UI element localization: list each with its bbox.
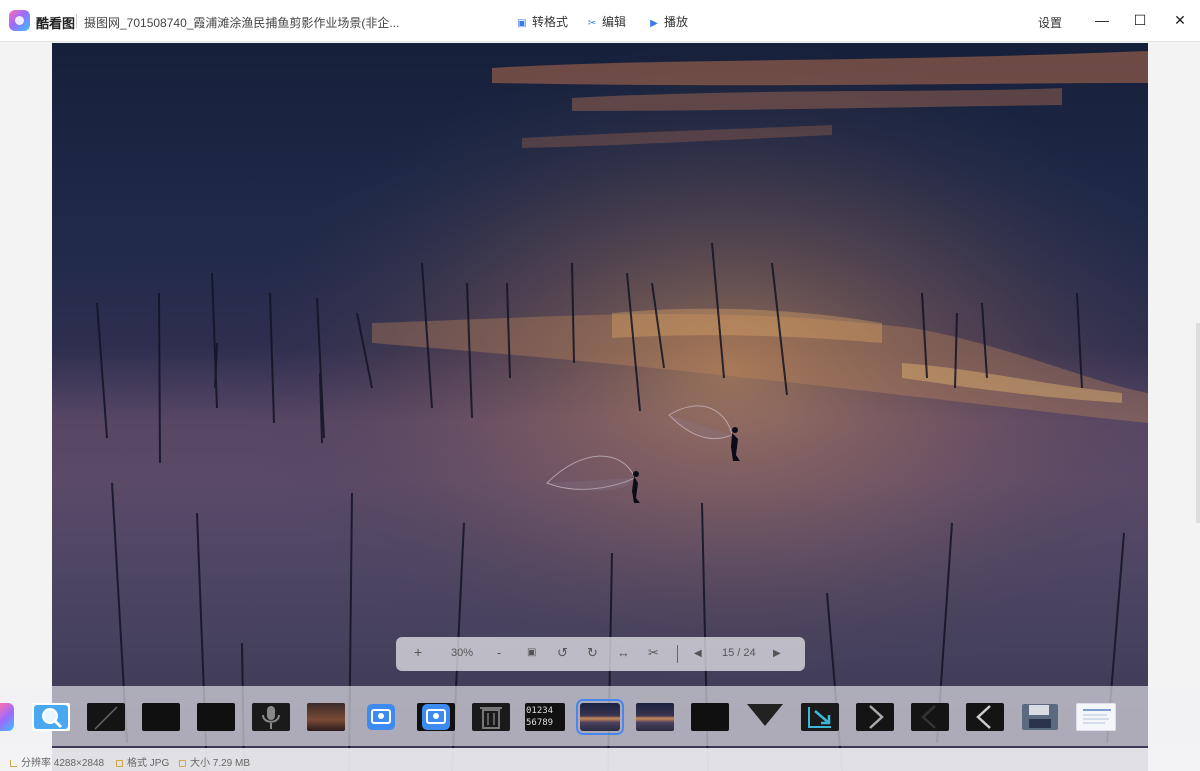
- crop-icon[interactable]: ✂: [648, 645, 659, 661]
- edit-label: 编辑: [602, 15, 627, 29]
- format-label: 格式: [127, 758, 147, 769]
- trash-icon: [480, 707, 502, 729]
- image-viewer: + 30% - ▣ ↺ ↻ ↔ ✂ ◀ 15 / 24 ▶ 01234 5678…: [0, 43, 1200, 771]
- document-icon: [1083, 709, 1111, 724]
- play-label: 播放: [664, 15, 689, 29]
- page-indicator: 15 / 24: [722, 647, 756, 659]
- fit-screen-icon[interactable]: ▣: [527, 647, 536, 658]
- next-image-button[interactable]: ▶: [773, 648, 781, 659]
- resolution-status: 分辨率 4288×2848: [10, 754, 104, 769]
- title-divider: [76, 14, 77, 28]
- size-icon: [179, 760, 186, 767]
- thumbnail[interactable]: [1076, 703, 1116, 731]
- convert-label: 转格式: [532, 15, 569, 29]
- rotate-right-icon[interactable]: ↻: [587, 645, 598, 661]
- thumbnail[interactable]: [32, 703, 70, 731]
- resolution-value: 4288×2848: [53, 758, 105, 769]
- thumbnail[interactable]: [87, 703, 125, 731]
- resolution-label: 分辨率: [21, 758, 51, 769]
- thumbnail[interactable]: [636, 703, 674, 731]
- scissors-icon: ✂: [587, 18, 597, 29]
- convert-icon: ▣: [517, 18, 527, 29]
- thumbnail[interactable]: [472, 703, 510, 731]
- play-button[interactable]: ▶ 播放: [648, 13, 688, 30]
- status-bar: 分辨率 4288×2848 格式 JPG 大小 7.29 MB: [0, 748, 1200, 771]
- format-icon: [116, 760, 123, 767]
- thumbnail-strip: 01234 56789: [0, 686, 1200, 746]
- previous-image-button[interactable]: ◀: [694, 648, 702, 659]
- thumbnail[interactable]: [801, 703, 839, 731]
- play-icon: ▶: [650, 18, 658, 29]
- thumbnail[interactable]: [142, 703, 180, 731]
- zoom-level: 30%: [451, 647, 474, 659]
- thumbnail[interactable]: [417, 703, 455, 731]
- thumbnail[interactable]: [307, 703, 345, 731]
- thumbnail[interactable]: [911, 703, 949, 731]
- file-title: 摄图网_701508740_霞浦滩涂渔民捕鱼剪影作业场景(非企...: [84, 16, 400, 30]
- arrow-down-right-icon: [808, 707, 831, 728]
- thumbnail[interactable]: [1021, 703, 1059, 731]
- thumbnail[interactable]: [252, 703, 290, 731]
- thumbnail-active[interactable]: [576, 699, 624, 735]
- thumbnail[interactable]: [746, 703, 784, 731]
- flip-icon[interactable]: ↔: [617, 645, 630, 660]
- zoom-bar-divider: [677, 645, 678, 663]
- zoom-out-button[interactable]: -: [497, 645, 501, 660]
- size-label: 大小: [190, 758, 210, 769]
- thumbnail[interactable]: [362, 703, 400, 731]
- thumbnail[interactable]: [856, 703, 894, 731]
- size-status: 大小 7.29 MB: [179, 754, 250, 769]
- zoom-in-button[interactable]: +: [414, 644, 422, 660]
- scroll-edge: [1196, 323, 1200, 523]
- edit-button[interactable]: ✂ 编辑: [586, 13, 626, 30]
- title-bar: 酷看图 摄图网_701508740_霞浦滩涂渔民捕鱼剪影作业场景(非企... ▣…: [0, 0, 1200, 42]
- photo-app-icon: [367, 704, 395, 730]
- microphone-icon: [262, 706, 280, 729]
- triangle-down-icon: [747, 704, 783, 726]
- minimize-button[interactable]: —: [1087, 8, 1117, 32]
- floppy-disk-icon: [1022, 704, 1058, 730]
- resolution-icon: [10, 760, 17, 767]
- thumbnail[interactable]: [966, 703, 1004, 731]
- rotate-left-icon[interactable]: ↺: [557, 645, 568, 661]
- app-name: 酷看图: [36, 16, 76, 31]
- size-value: 7.29 MB: [212, 758, 251, 769]
- app-logo-icon: [9, 10, 30, 31]
- zoom-toolbar: + 30% - ▣ ↺ ↻ ↔ ✂ ◀ 15 / 24 ▶: [396, 637, 805, 671]
- format-value: JPG: [149, 758, 170, 769]
- settings-button[interactable]: 设置: [1038, 14, 1062, 31]
- diagonal-icon: [94, 706, 118, 730]
- thumbnail[interactable]: 01234 56789: [525, 703, 565, 731]
- maximize-button[interactable]: ☐: [1125, 8, 1155, 32]
- photo-app-icon: [422, 704, 450, 730]
- magnifier-icon: [34, 705, 68, 729]
- convert-format-button[interactable]: ▣ 转格式: [516, 13, 568, 30]
- thumbnail[interactable]: [197, 703, 235, 731]
- format-status: 格式 JPG: [116, 754, 169, 769]
- chevron-left-icon: [976, 705, 991, 729]
- thumbnail[interactable]: [0, 703, 14, 731]
- thumbnail[interactable]: [691, 703, 729, 731]
- close-button[interactable]: ✕: [1165, 8, 1195, 32]
- digits-thumbnail-text: 01234 56789: [526, 706, 554, 728]
- chevron-left-icon: [921, 705, 936, 729]
- chevron-right-icon: [869, 705, 884, 729]
